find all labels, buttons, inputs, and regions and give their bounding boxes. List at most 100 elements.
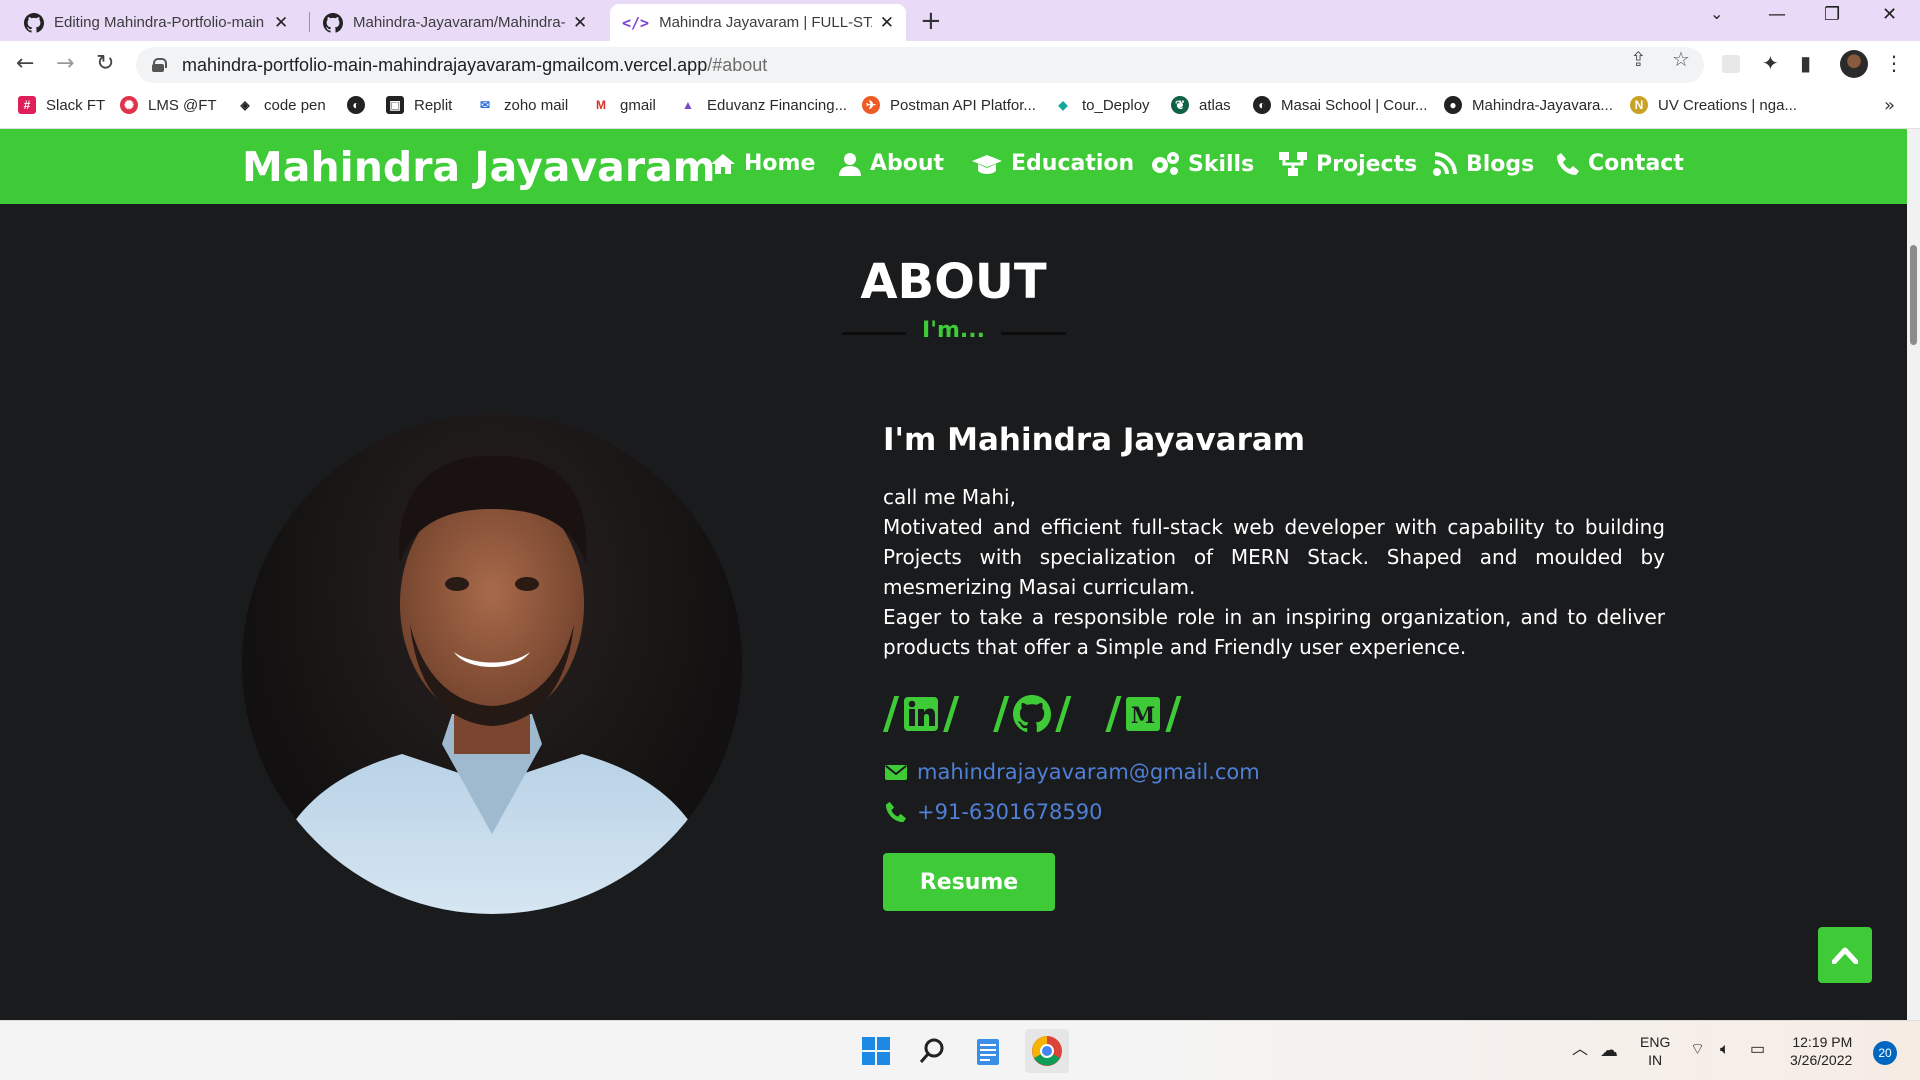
phone-text: +91-6301678590 xyxy=(917,800,1103,824)
forward-button[interactable]: → xyxy=(56,51,74,76)
url-host: mahindra-portfolio-main-mahindrajayavara… xyxy=(182,54,708,75)
bookmark-slack[interactable]: # Slack FT xyxy=(18,96,105,114)
bookmark-to-deploy[interactable]: ◆ to_Deploy xyxy=(1054,96,1150,114)
bookmark-globe[interactable]: ◐ xyxy=(347,96,375,114)
browser-tab-portfolio[interactable]: </> Mahindra Jayavaram | FULL-STAC ✕ xyxy=(610,4,906,41)
bookmarks-overflow-icon[interactable]: » xyxy=(1884,95,1895,116)
bookmark-star-icon[interactable]: ☆ xyxy=(1672,47,1690,71)
address-bar[interactable]: mahindra-portfolio-main-mahindrajayavara… xyxy=(136,47,1704,83)
postman-icon: ✈ xyxy=(862,96,880,114)
lock-icon xyxy=(152,58,167,72)
bookmark-label: Mahindra-Jayavara... xyxy=(1472,96,1613,114)
slash-decoration: / xyxy=(943,688,960,739)
search-icon xyxy=(919,1038,944,1063)
notification-badge[interactable]: 20 xyxy=(1873,1041,1897,1065)
bookmark-label: to_Deploy xyxy=(1082,96,1150,114)
tab-title: Editing Mahindra-Portfolio-main xyxy=(54,14,265,31)
phone-icon xyxy=(1557,152,1579,175)
nav-label: Education xyxy=(1011,151,1135,176)
bookmark-masai[interactable]: ◐ Masai School | Cour... xyxy=(1253,96,1427,114)
scroll-to-top-button[interactable] xyxy=(1818,927,1872,983)
battery-icon[interactable]: ▭ xyxy=(1750,1041,1765,1059)
reload-button[interactable]: ↻ xyxy=(96,51,114,76)
clock[interactable]: 12:19 PM 3/26/2022 xyxy=(1790,1033,1852,1069)
nav-label: Blogs xyxy=(1466,151,1535,177)
lang-code: ENG xyxy=(1640,1034,1671,1050)
nav-label: Home xyxy=(744,151,816,176)
chrome-app[interactable] xyxy=(1025,1029,1069,1073)
bookmark-replit[interactable]: ▣ Replit xyxy=(386,96,452,114)
nav-about[interactable]: About xyxy=(838,151,944,176)
nav-blogs[interactable]: Blogs xyxy=(1432,151,1534,177)
tab-search-icon[interactable]: ⌄ xyxy=(1710,4,1723,23)
close-icon[interactable]: ✕ xyxy=(880,13,894,33)
linkedin-icon[interactable] xyxy=(903,696,939,732)
codepen-icon: ◈ xyxy=(236,96,254,114)
onedrive-icon[interactable]: ☁ xyxy=(1600,1041,1618,1059)
intro-line: Eager to take a responsible role in an i… xyxy=(883,605,1665,659)
language-indicator[interactable]: ENG IN xyxy=(1640,1033,1670,1069)
nav-contact[interactable]: Contact xyxy=(1556,151,1684,176)
github-icon: ● xyxy=(1444,96,1462,114)
bookmark-eduvanz[interactable]: ▲ Eduvanz Financing... xyxy=(679,96,847,114)
slash-decoration: / xyxy=(1165,688,1182,739)
phone-link[interactable]: +91-6301678590 xyxy=(885,800,1103,824)
bookmark-uv-creations[interactable]: N UV Creations | nga... xyxy=(1630,96,1797,114)
bookmark-gmail[interactable]: Mgmail xyxy=(592,96,656,114)
phone-icon xyxy=(885,801,907,823)
bookmark-atlas[interactable]: ❦ atlas xyxy=(1171,96,1231,114)
show-hidden-icons[interactable]: ︿ xyxy=(1572,1041,1588,1059)
code-icon: </> xyxy=(622,13,650,32)
share-icon[interactable]: ⇪ xyxy=(1630,47,1647,71)
bookmark-label: Postman API Platfor... xyxy=(890,96,1036,114)
eduvanz-icon: ▲ xyxy=(679,96,697,114)
close-icon[interactable]: ✕ xyxy=(573,13,587,33)
nav-label: About xyxy=(870,151,945,176)
wifi-icon[interactable]: ⌔ xyxy=(1690,1041,1705,1059)
tab-title: Mahindra-Jayavaram/Mahindra-P xyxy=(353,14,565,31)
slash-decoration: / xyxy=(1055,688,1072,739)
bookmark-label: zoho mail xyxy=(504,96,569,114)
start-button[interactable] xyxy=(858,1033,894,1069)
tab-title: Mahindra Jayavaram | FULL-STAC xyxy=(659,14,872,31)
profile-avatar[interactable] xyxy=(1840,50,1868,78)
github-icon[interactable] xyxy=(1013,695,1052,733)
email-link[interactable]: mahindrajayavaram@gmail.com xyxy=(885,760,1260,784)
nav-education[interactable]: Education xyxy=(971,151,1134,176)
bookmark-codepen[interactable]: ◈ code pen xyxy=(236,96,326,114)
page-scrollbar[interactable] xyxy=(1907,129,1920,1020)
menu-icon[interactable]: ⋮ xyxy=(1884,51,1904,75)
search-button[interactable] xyxy=(914,1033,950,1069)
close-icon[interactable]: ✕ xyxy=(274,13,288,33)
nav-skills[interactable]: Skills xyxy=(1150,151,1254,177)
site-brand[interactable]: Mahindra Jayavaram xyxy=(242,143,715,191)
resume-button[interactable]: Resume xyxy=(883,853,1055,911)
bookmark-zoho-mail[interactable]: ✉ zoho mail xyxy=(476,96,568,114)
medium-icon[interactable]: M xyxy=(1125,696,1161,732)
browser-tab-editing-portfolio[interactable]: Editing Mahindra-Portfolio-main ✕ xyxy=(12,4,300,41)
browser-tab-strip: Editing Mahindra-Portfolio-main ✕ Mahind… xyxy=(0,0,1920,41)
extension-icon[interactable] xyxy=(1722,55,1740,73)
back-button[interactable]: ← xyxy=(16,51,34,76)
bookmark-lms[interactable]: ✺ LMS @FT xyxy=(120,96,217,114)
bookmark-github[interactable]: ● Mahindra-Jayavara... xyxy=(1444,96,1613,114)
restore-button[interactable]: ❐ xyxy=(1824,4,1840,25)
diamond-icon: ◆ xyxy=(1054,96,1072,114)
slash-decoration: / xyxy=(1105,688,1122,739)
replit-icon: ▣ xyxy=(386,96,404,114)
minimize-button[interactable]: — xyxy=(1768,4,1786,25)
intro-line: call me Mahi, xyxy=(883,485,1016,509)
nav-projects[interactable]: Projects xyxy=(1278,151,1417,177)
nav-home[interactable]: Home xyxy=(710,151,815,176)
browser-tab-github-repo[interactable]: Mahindra-Jayavaram/Mahindra-P ✕ xyxy=(311,4,599,41)
scrollbar-thumb[interactable] xyxy=(1910,245,1917,345)
bookmark-postman[interactable]: ✈ Postman API Platfor... xyxy=(862,96,1036,114)
close-window-button[interactable]: ✕ xyxy=(1882,4,1897,25)
puzzle-icon[interactable]: ✦ xyxy=(1762,51,1779,75)
new-tab-button[interactable]: + xyxy=(920,6,942,36)
volume-icon[interactable]: 🔈︎ xyxy=(1720,1041,1730,1059)
notepad-app[interactable] xyxy=(970,1033,1006,1069)
side-panel-icon[interactable]: ▮ xyxy=(1800,51,1811,75)
gears-icon xyxy=(1152,152,1179,175)
chevron-up-icon xyxy=(1832,947,1858,964)
